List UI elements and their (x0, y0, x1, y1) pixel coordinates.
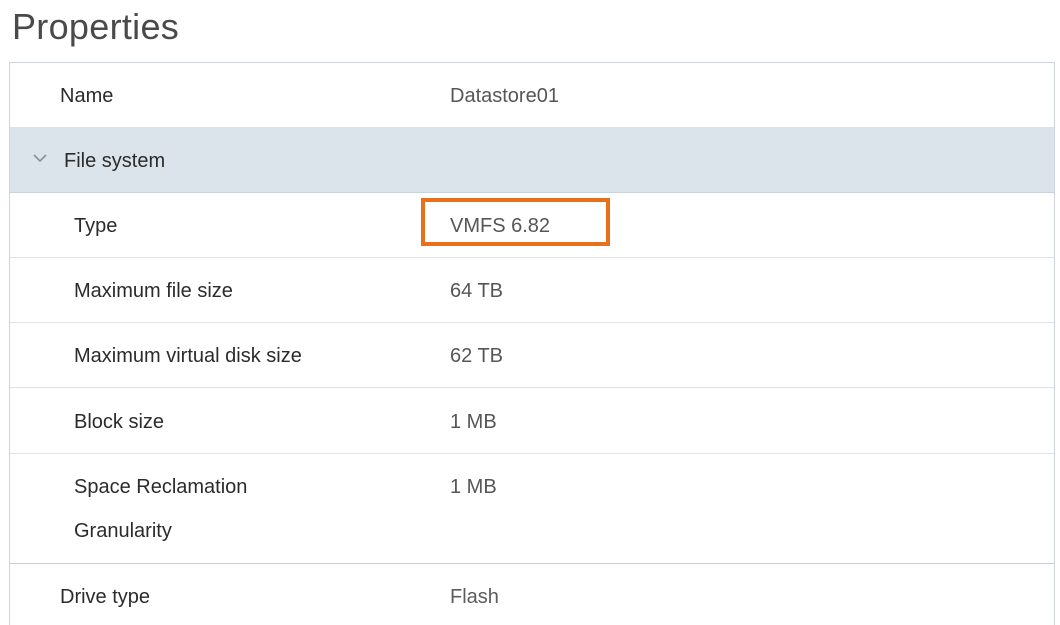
property-label: Block size (74, 411, 165, 433)
property-row-type: Type VMFS 6.82 (10, 193, 1054, 258)
property-row-name: Name Datastore01 (10, 63, 1054, 128)
property-label: Maximum virtual disk size (74, 345, 302, 367)
properties-panel: Name Datastore01 File system Type VMFS 6… (9, 62, 1055, 625)
property-label-line1: Space Reclamation (74, 476, 248, 498)
group-label: File system (64, 150, 166, 172)
property-value: 62 TB (450, 345, 503, 367)
property-row-max-virtual-disk-size: Maximum virtual disk size 62 TB (10, 323, 1054, 388)
property-value: 1 MB (450, 476, 497, 498)
property-value: 64 TB (450, 280, 503, 302)
property-value: VMFS 6.82 (450, 215, 551, 237)
property-row-drive-type: Drive type Flash (10, 564, 1054, 625)
chevron-down-icon[interactable] (32, 150, 48, 166)
property-row-max-file-size: Maximum file size 64 TB (10, 258, 1054, 323)
page-title: Properties (12, 6, 180, 47)
properties-page: Properties Name Datastore01 File system … (0, 0, 1060, 625)
property-value: 1 MB (450, 411, 497, 433)
file-system-group-header[interactable]: File system (10, 128, 1054, 193)
property-label-line2: Granularity (74, 520, 172, 542)
property-row-block-size: Block size 1 MB (10, 388, 1054, 454)
property-value: Flash (450, 586, 499, 608)
property-row-space-reclamation-granularity: Space Reclamation Granularity 1 MB (10, 454, 1054, 564)
property-label: Drive type (60, 586, 151, 608)
property-label: Maximum file size (74, 280, 233, 302)
property-label: Type (74, 215, 118, 237)
property-label: Name (60, 85, 114, 107)
property-value: Datastore01 (450, 85, 559, 107)
